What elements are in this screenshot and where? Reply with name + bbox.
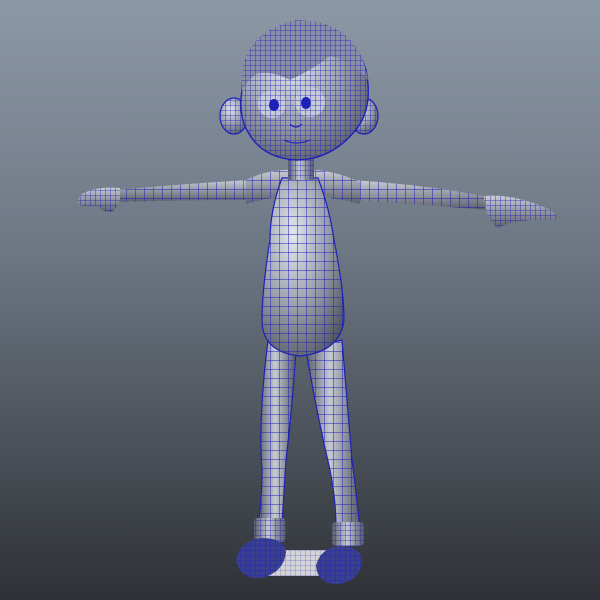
right-sock-cuff bbox=[332, 522, 364, 546]
right-arm[interactable] bbox=[350, 180, 488, 210]
left-arm[interactable] bbox=[112, 180, 250, 202]
left-eye bbox=[258, 90, 286, 118]
maya-3d-viewport[interactable] bbox=[0, 0, 600, 600]
torso[interactable] bbox=[261, 177, 345, 357]
left-leg[interactable] bbox=[257, 339, 297, 526]
left-hand[interactable] bbox=[78, 187, 120, 212]
right-leg[interactable] bbox=[305, 339, 361, 529]
left-sock-cuff bbox=[254, 518, 286, 542]
right-eye bbox=[295, 87, 325, 117]
right-hand[interactable] bbox=[484, 195, 557, 228]
character-wireframe-model[interactable] bbox=[0, 0, 600, 600]
